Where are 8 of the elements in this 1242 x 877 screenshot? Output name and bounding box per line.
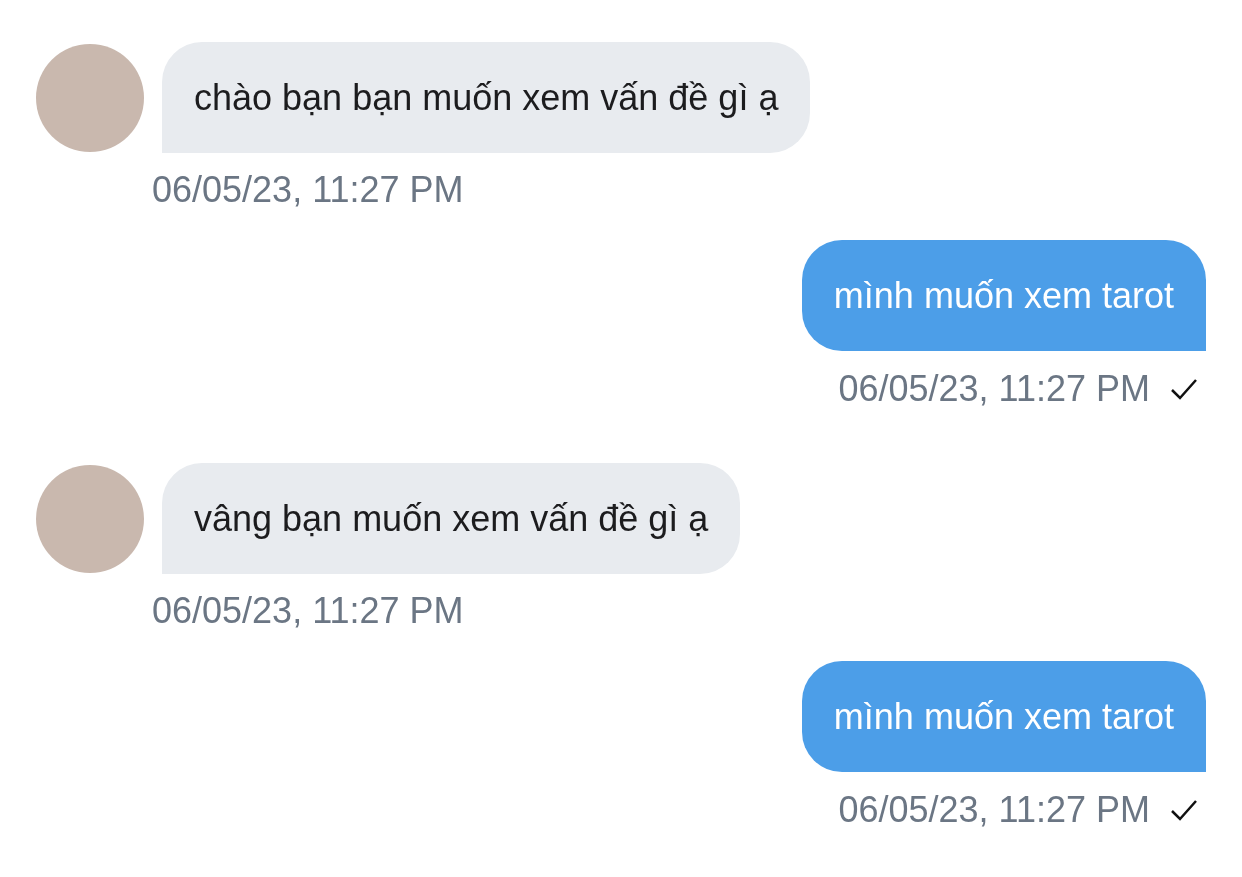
message-bubble: vâng bạn muốn xem vấn đề gì ạ — [162, 463, 741, 574]
message-timestamp: 06/05/23, 11:27 PM — [838, 368, 1150, 410]
message-bubble: mình muốn xem tarot — [801, 240, 1206, 351]
message-timestamp: 06/05/23, 11:27 PM — [838, 789, 1150, 831]
message-bubble: chào bạn bạn muốn xem vấn đề gì ạ — [162, 42, 811, 153]
message-timestamp: 06/05/23, 11:27 PM — [152, 590, 464, 632]
message-timestamp: 06/05/23, 11:27 PM — [152, 169, 464, 211]
message-bubble: mình muốn xem tarot — [801, 661, 1206, 772]
